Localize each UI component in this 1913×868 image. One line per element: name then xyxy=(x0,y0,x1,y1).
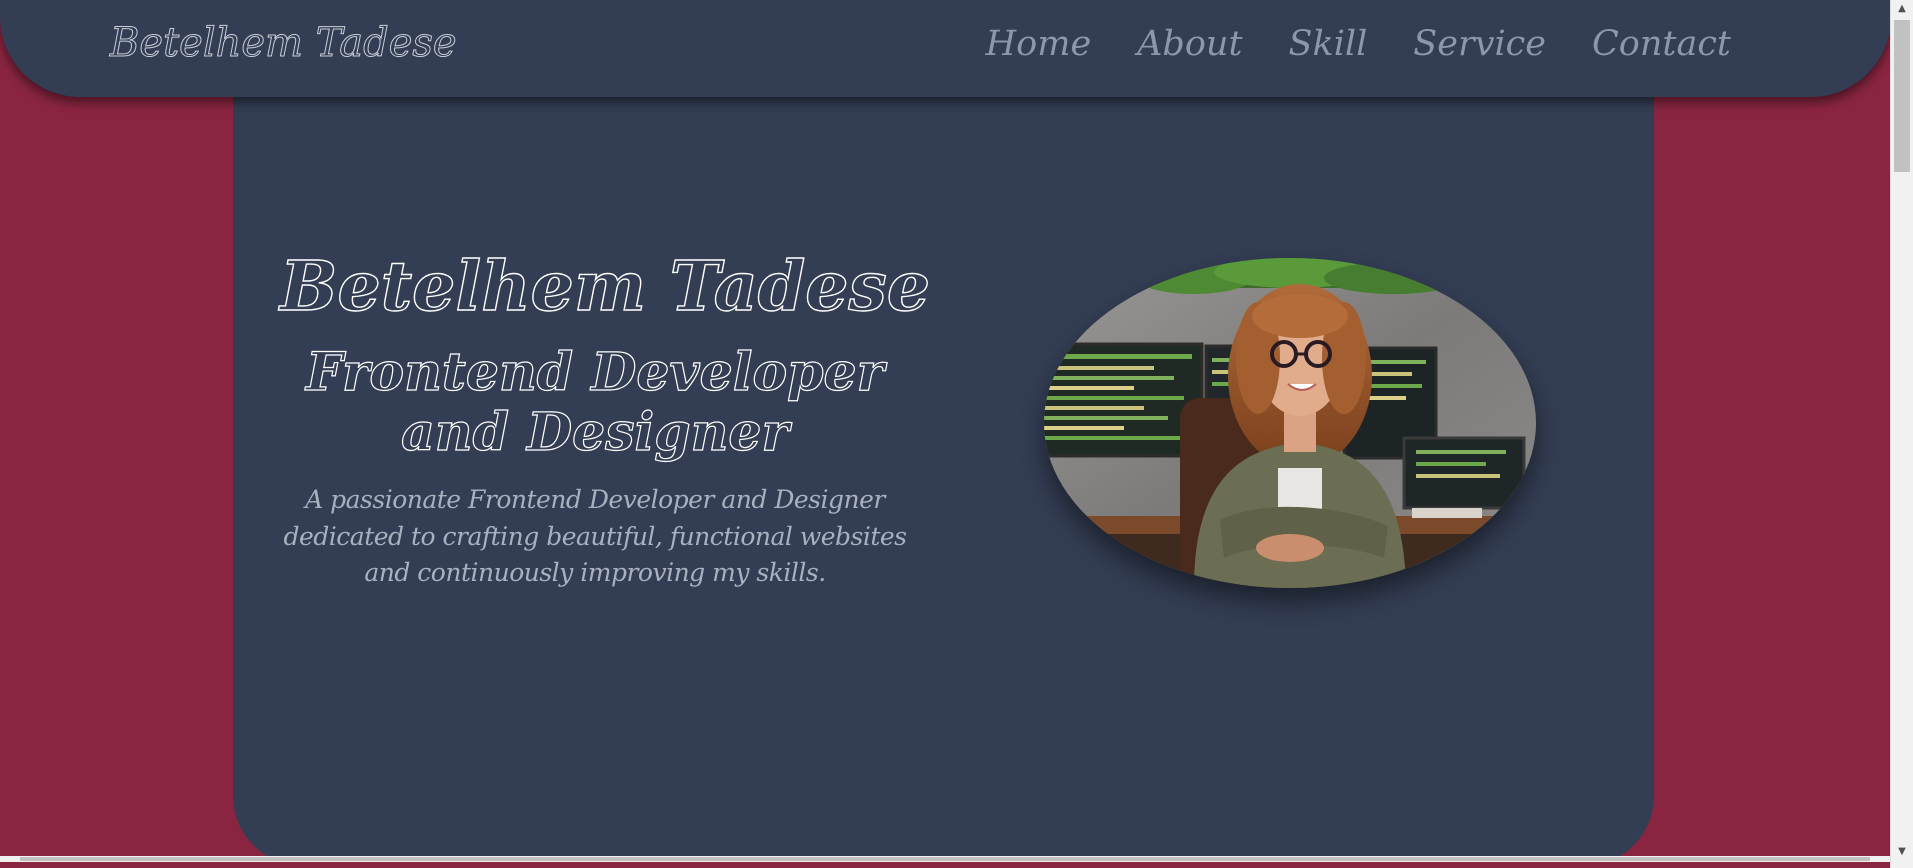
triangle-down-icon[interactable]: ▼ xyxy=(1891,843,1913,860)
hero-role: Frontend Developer and Designer xyxy=(305,341,885,463)
hero-text: Betelhem Tadese Frontend Developer and D… xyxy=(279,247,931,591)
profile-photo-illustration xyxy=(1044,258,1536,588)
vertical-scrollbar[interactable]: ▲ ▼ xyxy=(1890,0,1913,868)
nav-link-home[interactable]: Home xyxy=(986,24,1092,64)
page: Betelhem Tadese Home About Skill Service… xyxy=(0,0,1891,862)
nav-link-contact[interactable]: Contact xyxy=(1592,24,1731,64)
nav-link-service[interactable]: Service xyxy=(1413,24,1546,64)
brand-logo[interactable]: Betelhem Tadese xyxy=(110,20,458,67)
profile-photo xyxy=(1044,258,1536,588)
scroll-thumb[interactable] xyxy=(1894,20,1910,172)
triangle-up-icon[interactable]: ▲ xyxy=(1891,0,1913,17)
horizontal-scrollbar[interactable] xyxy=(0,856,1891,862)
nav-link-about[interactable]: About xyxy=(1137,24,1242,64)
nav-link-skill[interactable]: Skill xyxy=(1289,24,1368,64)
nav-links: Home About Skill Service Contact xyxy=(940,24,1731,64)
hero-description: A passionate Frontend Developer and Desi… xyxy=(283,485,907,587)
navbar: Betelhem Tadese Home About Skill Service… xyxy=(0,0,1891,97)
hero-name: Betelhem Tadese xyxy=(279,247,931,327)
horizontal-scroll-thumb[interactable] xyxy=(20,857,1870,861)
